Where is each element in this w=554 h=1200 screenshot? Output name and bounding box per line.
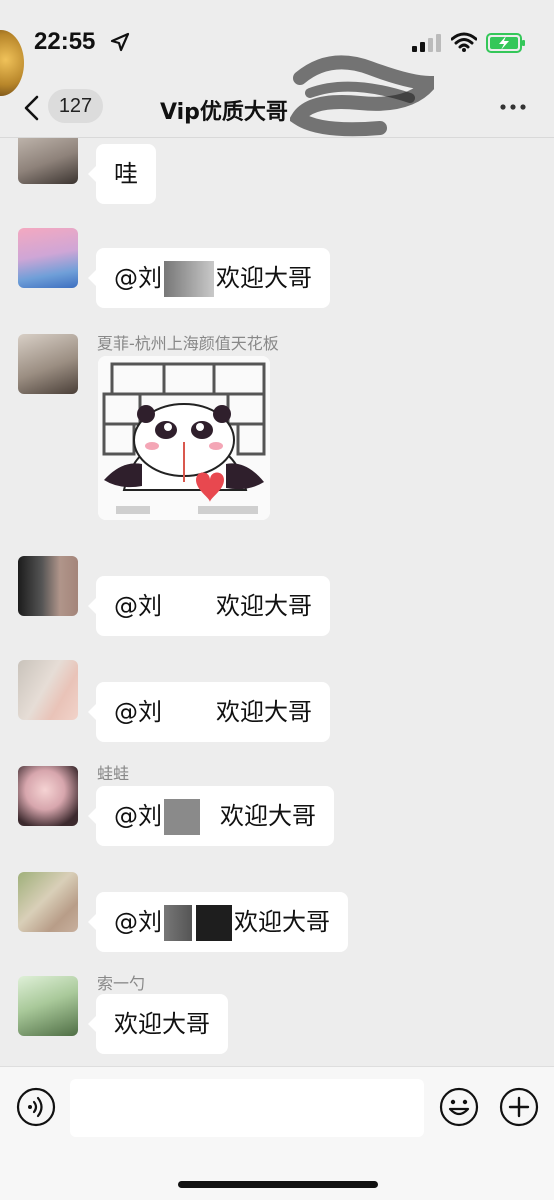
avatar[interactable] <box>18 228 78 288</box>
avatar[interactable] <box>18 138 78 184</box>
redaction-mosaic <box>164 905 192 941</box>
avatar[interactable] <box>18 556 78 616</box>
mention-prefix: @刘 <box>114 698 162 726</box>
sender-name: 蛙蛙 <box>97 764 130 783</box>
sticker-image[interactable] <box>98 356 270 520</box>
message-bubble[interactable]: @刘 欢迎大哥 <box>88 786 334 846</box>
redaction-mosaic <box>196 905 232 941</box>
page-title: Vip优质大哥 <box>160 100 288 125</box>
mention-prefix: @刘 <box>114 908 162 936</box>
redaction-mosaic <box>164 695 214 731</box>
home-indicator <box>178 1181 378 1188</box>
back-chevron-icon[interactable] <box>22 94 42 122</box>
message-bubble[interactable]: 欢迎大哥 <box>88 994 228 1054</box>
message-bubble[interactable]: 哇 <box>88 144 156 204</box>
message-text: 哇 <box>114 160 138 188</box>
message-bubble[interactable]: @刘 欢迎大哥 <box>88 576 330 636</box>
voice-icon[interactable] <box>16 1087 56 1127</box>
status-bar: 22:55 <box>0 0 554 96</box>
mention-prefix: @刘 <box>114 592 162 620</box>
status-time: 22:55 <box>34 28 96 55</box>
message-text: 欢迎大哥 <box>114 1010 210 1038</box>
avatar[interactable] <box>18 872 78 932</box>
redaction-scribble <box>290 55 434 137</box>
wifi-icon <box>451 32 477 52</box>
avatar[interactable] <box>18 660 78 720</box>
plus-icon[interactable] <box>499 1087 539 1127</box>
message-input[interactable] <box>70 1079 424 1137</box>
location-arrow-icon <box>110 32 130 52</box>
redaction-mosaic <box>164 799 200 835</box>
avatar[interactable] <box>18 334 78 394</box>
redaction-mosaic <box>204 799 218 835</box>
input-bar <box>0 1066 554 1200</box>
avatar[interactable] <box>18 976 78 1036</box>
sender-name: 索一勺 <box>97 974 146 993</box>
mention-prefix: @刘 <box>114 264 162 292</box>
message-bubble[interactable]: @刘 欢迎大哥 <box>88 248 330 308</box>
unread-count-badge[interactable]: 127 <box>48 89 103 123</box>
redaction-mosaic <box>164 589 214 625</box>
avatar[interactable] <box>18 766 78 826</box>
chat-header: 127 Vip优质大哥 <box>0 80 554 138</box>
panda-sticker-icon <box>98 356 270 520</box>
redaction-mosaic <box>164 261 214 297</box>
message-list[interactable]: 哇 @刘 欢迎大哥 夏菲-杭州上海颜值天花板 @刘 欢迎大哥 @刘 欢迎大哥 蛙… <box>0 138 554 1066</box>
message-text: 欢迎大哥 <box>216 698 312 726</box>
message-bubble[interactable]: @刘 欢迎大哥 <box>88 682 330 742</box>
message-text: 欢迎大哥 <box>216 264 312 292</box>
message-bubble[interactable]: @刘 欢迎大哥 <box>88 892 348 952</box>
battery-charging-icon <box>486 33 525 53</box>
mention-prefix: @刘 <box>114 802 162 830</box>
message-text: 欢迎大哥 <box>220 802 316 830</box>
emoji-icon[interactable] <box>439 1087 479 1127</box>
message-text: 欢迎大哥 <box>234 908 330 936</box>
sender-name: 夏菲-杭州上海颜值天花板 <box>97 334 279 353</box>
message-text: 欢迎大哥 <box>216 592 312 620</box>
more-dots-icon[interactable] <box>498 102 528 112</box>
